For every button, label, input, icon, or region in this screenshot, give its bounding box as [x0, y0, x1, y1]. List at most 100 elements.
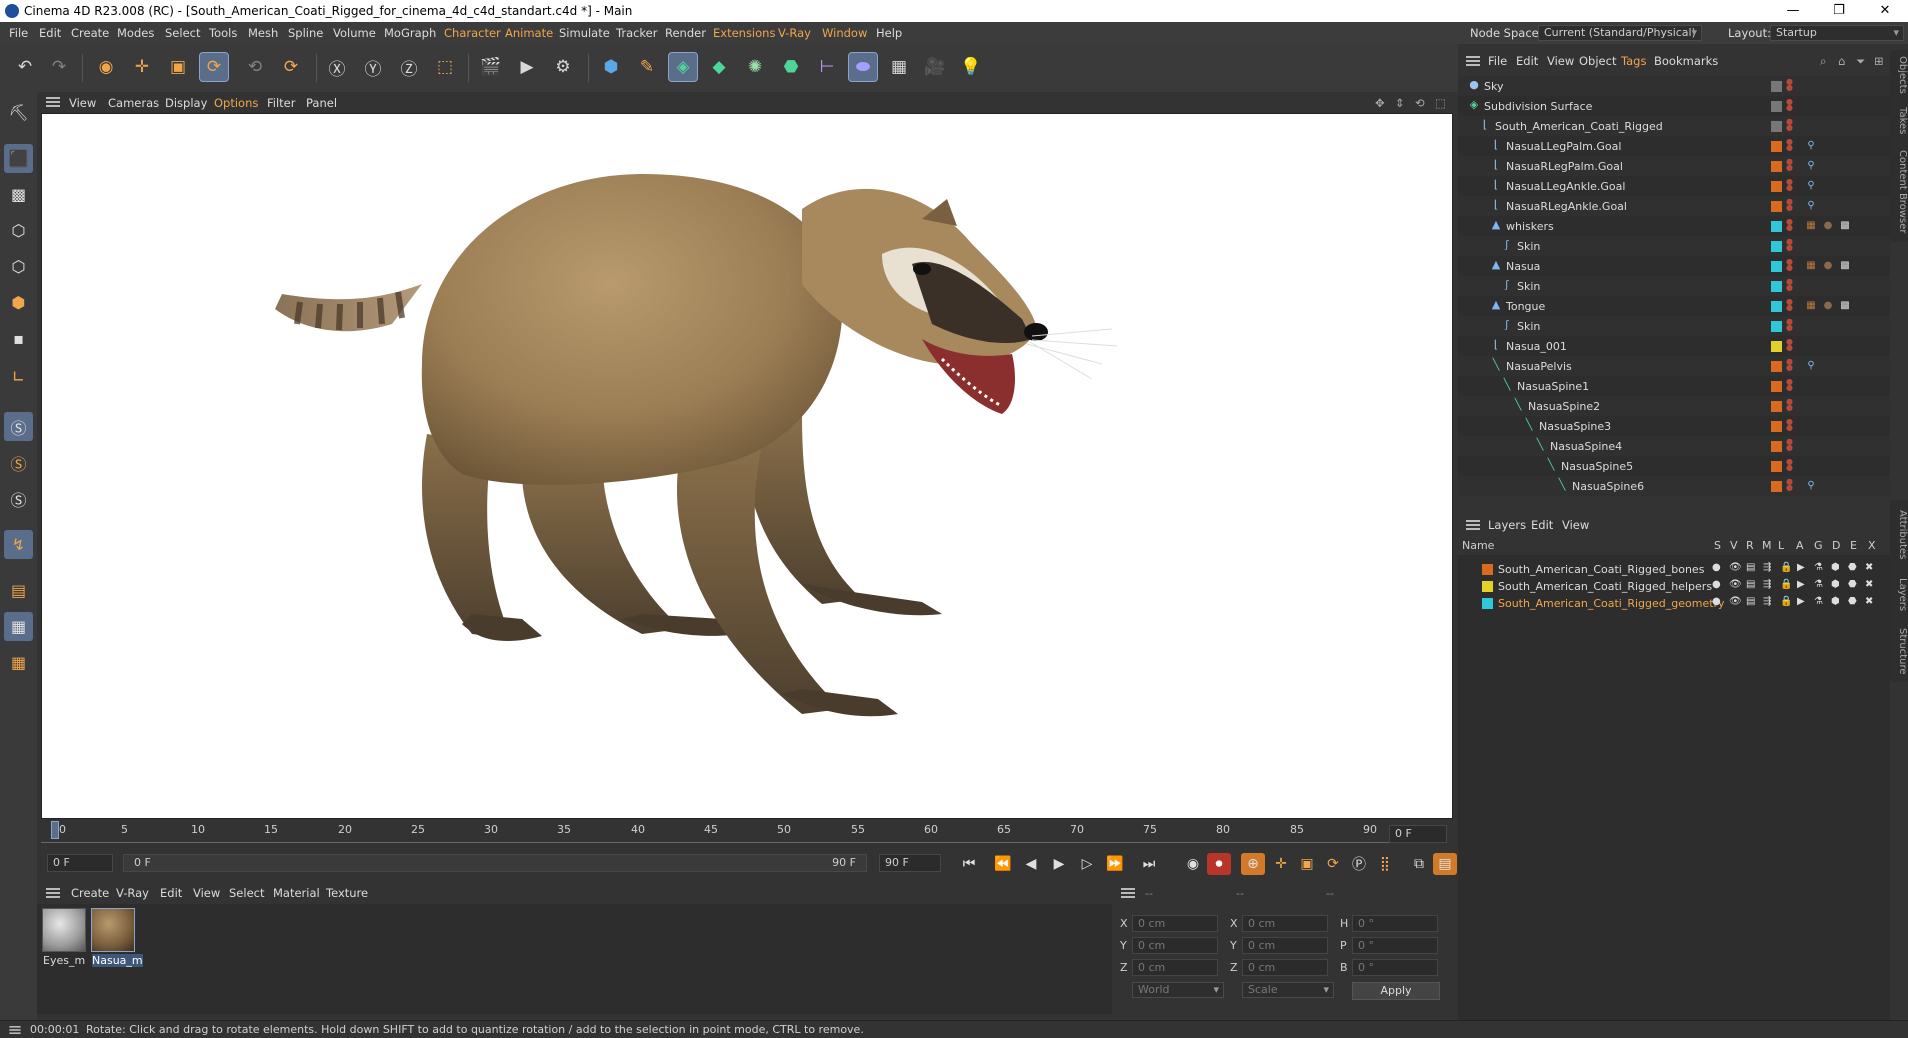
layer-color-swatch[interactable]	[1771, 321, 1782, 332]
object-row[interactable]: ʃ Skin ● ●	[1458, 316, 1890, 336]
menu-help[interactable]: Help	[876, 26, 902, 40]
object-row[interactable]: ▲ Tongue ● ● ▦ ● ▩	[1458, 296, 1890, 316]
xref-toggle-icon[interactable]: ✖	[1865, 596, 1873, 607]
spline-mask-icon[interactable]: ⬬	[848, 52, 878, 82]
object-row[interactable]: ▲ Nasua ● ● ▦ ● ▩	[1458, 256, 1890, 276]
move-tool-icon[interactable]: ✛	[127, 52, 157, 82]
object-row[interactable]: ⌊ NasuaLLegAnkle.Goal ● ● ⚲	[1458, 176, 1890, 196]
layer-row[interactable]: South_American_Coati_Rigged_helpers ● 👁 ▤ ⇶ 🔒…	[1458, 578, 1890, 595]
playhead-marker[interactable]	[51, 821, 59, 839]
ik-tag-icon[interactable]: ⚲	[1804, 199, 1818, 213]
position-x-field[interactable]: 0 cm	[1132, 915, 1218, 932]
deformer-toggle-icon[interactable]: ⬢	[1831, 562, 1840, 573]
scale-tool-icon[interactable]: ▣	[163, 52, 193, 82]
viewport-menu-view[interactable]: View	[69, 96, 96, 110]
expression-toggle-icon[interactable]: ⬣	[1848, 562, 1857, 573]
animation-toggle-icon[interactable]: ▶	[1797, 562, 1805, 573]
layer-color-swatch[interactable]	[1771, 381, 1782, 392]
undo-icon[interactable]: ↶	[10, 52, 40, 82]
menu-tools[interactable]: Tools	[209, 26, 237, 40]
layer-color-swatch[interactable]	[1771, 341, 1782, 352]
axis-mode-icon[interactable]: ∟	[4, 362, 33, 391]
size-y-field[interactable]: 0 cm	[1242, 937, 1328, 954]
phong-tag-icon[interactable]: ●	[1821, 219, 1835, 233]
menu-edit[interactable]: Edit	[39, 26, 61, 40]
deformer-icon[interactable]: ⬣	[776, 52, 806, 82]
menu-modes[interactable]: Modes	[117, 26, 154, 40]
position-z-field[interactable]: 0 cm	[1132, 959, 1218, 976]
visibility-dots-icon[interactable]: ● ●	[1786, 398, 1793, 412]
viewport-menu-panel[interactable]: Panel	[306, 96, 337, 110]
layer-color-swatch[interactable]	[1771, 281, 1782, 292]
light-icon[interactable]: 💡	[956, 52, 986, 82]
layer-color-swatch[interactable]	[1771, 141, 1782, 152]
layer-menu-edit[interactable]: Edit	[1531, 518, 1553, 532]
object-menu-edit[interactable]: Edit	[1516, 54, 1538, 68]
texture-mode-icon[interactable]: ▩	[4, 180, 33, 209]
layer-color-swatch[interactable]	[1482, 598, 1493, 609]
object-row[interactable]: ⌊ NasuaRLegPalm.Goal ● ● ⚲	[1458, 156, 1890, 176]
expression-toggle-icon[interactable]: ⬣	[1848, 596, 1857, 607]
expression-toggle-icon[interactable]: ⬣	[1848, 579, 1857, 590]
layer-manager-menu-icon[interactable]	[1466, 520, 1480, 530]
rotate-tool-icon[interactable]: ⟳	[199, 52, 229, 82]
key-rotation-icon[interactable]: ⟳	[1321, 853, 1345, 875]
visibility-dots-icon[interactable]: ● ●	[1786, 458, 1793, 472]
viewport-menu-options[interactable]: Options	[214, 96, 258, 110]
rotate-secondary-icon[interactable]: ⟳	[276, 52, 306, 82]
visibility-dots-icon[interactable]: ● ●	[1786, 338, 1793, 352]
menu-tracker[interactable]: Tracker	[616, 26, 658, 40]
extrude-generator-icon[interactable]: ◆	[704, 52, 734, 82]
rotation-p-field[interactable]: 0 °	[1352, 937, 1438, 954]
rotation-h-field[interactable]: 0 °	[1352, 915, 1438, 932]
material-menu-edit[interactable]: Edit	[160, 886, 182, 900]
manager-toggle-icon[interactable]: ⇶	[1763, 596, 1771, 607]
menu-animate[interactable]: Animate	[505, 26, 553, 40]
material-menu-view[interactable]: View	[193, 886, 220, 900]
material-menu-icon[interactable]	[46, 888, 60, 898]
visible-toggle-icon[interactable]: 👁	[1729, 562, 1742, 573]
visibility-dots-icon[interactable]: ● ●	[1786, 278, 1793, 292]
object-row[interactable]: ⌊ NasuaLLegPalm.Goal ● ● ⚲	[1458, 136, 1890, 156]
solo-toggle-icon[interactable]: ●	[1712, 562, 1721, 573]
object-menu-bookmarks[interactable]: Bookmarks	[1654, 54, 1718, 68]
visibility-dots-icon[interactable]: ● ●	[1786, 118, 1793, 132]
viewport-rotate-icon[interactable]: ⟲	[1415, 96, 1425, 110]
menu-mograph[interactable]: MoGraph	[384, 26, 436, 40]
material-menu-vray[interactable]: V-Ray	[116, 886, 149, 900]
animation-toggle-icon[interactable]: ▶	[1797, 579, 1805, 590]
xref-toggle-icon[interactable]: ✖	[1865, 579, 1873, 590]
checker-tag-icon[interactable]: ▩	[1838, 259, 1852, 273]
visibility-dots-icon[interactable]: ● ●	[1786, 318, 1793, 332]
generator-toggle-icon[interactable]: ⚗	[1814, 579, 1823, 590]
layer-color-swatch[interactable]	[1771, 301, 1782, 312]
visibility-dots-icon[interactable]: ● ●	[1786, 478, 1793, 492]
object-row[interactable]: ╲ NasuaSpine1 ● ●	[1458, 376, 1890, 396]
menu-vray[interactable]: V-Ray	[778, 26, 811, 40]
visible-toggle-icon[interactable]: 👁	[1729, 596, 1742, 607]
key-pla-icon[interactable]: ⣿	[1373, 853, 1397, 875]
polygon-mode-icon[interactable]: ⬢	[4, 288, 33, 317]
menu-character[interactable]: Character	[444, 26, 501, 40]
object-row[interactable]: ╲ NasuaSpine6 ● ● ⚲	[1458, 476, 1890, 496]
3d-viewport[interactable]	[41, 113, 1453, 819]
checker-tag-icon[interactable]: ▩	[1838, 299, 1852, 313]
phong-tag-icon[interactable]: ●	[1821, 299, 1835, 313]
prev-frame-icon[interactable]: ◀	[1019, 853, 1043, 875]
side-tab-content-browser[interactable]: Content Browser	[1890, 142, 1908, 242]
home-icon[interactable]: ⌂	[1838, 54, 1845, 68]
pen-spline-icon[interactable]: ✎	[632, 52, 662, 82]
material-menu-create[interactable]: Create	[71, 886, 109, 900]
layer-color-swatch[interactable]	[1771, 181, 1782, 192]
uv-mode-icon[interactable]: ▪	[4, 324, 33, 353]
visible-toggle-icon[interactable]: 👁	[1729, 579, 1742, 590]
solo-toggle-icon[interactable]: ●	[1712, 579, 1721, 590]
layer-color-swatch[interactable]	[1771, 161, 1782, 172]
layer-color-swatch[interactable]	[1771, 241, 1782, 252]
snap-settings-icon[interactable]: Ⓢ	[4, 448, 33, 477]
mat-tag-icon[interactable]: ▦	[1804, 299, 1818, 313]
object-manager-menu-icon[interactable]	[1466, 56, 1480, 66]
object-row[interactable]: ◈ Subdivision Surface ● ●	[1458, 96, 1890, 116]
field-icon[interactable]: ⊢	[812, 52, 842, 82]
deformer-toggle-icon[interactable]: ⬢	[1831, 596, 1840, 607]
